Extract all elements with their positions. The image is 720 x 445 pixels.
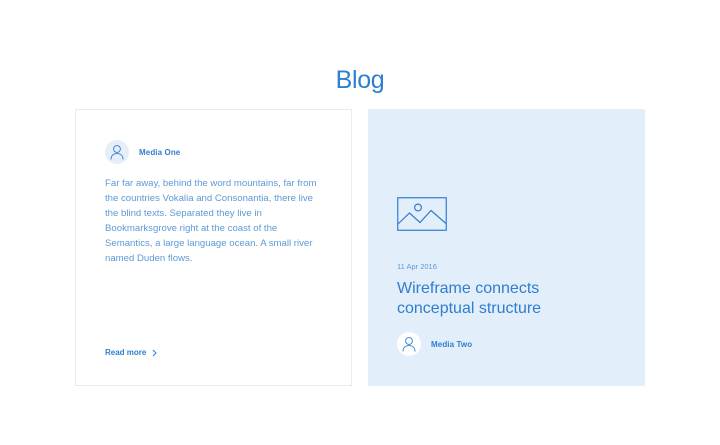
read-more-link[interactable]: Read more: [105, 348, 158, 357]
user-icon: [402, 337, 416, 352]
avatar: [397, 332, 421, 356]
author-name: Media One: [139, 147, 181, 157]
chevron-right-icon: [152, 349, 158, 357]
post-title[interactable]: Wireframe connects conceptual structure: [397, 279, 597, 319]
user-icon: [110, 145, 124, 160]
blog-card-media-one[interactable]: Media One Far far away, behind the word …: [75, 109, 352, 386]
section-title: Blog: [335, 65, 385, 94]
author[interactable]: Media Two: [397, 332, 472, 356]
post-excerpt: Far far away, behind the word mountains,…: [105, 178, 317, 264]
author-name: Media Two: [431, 339, 473, 349]
read-more-label: Read more: [105, 348, 147, 357]
blog-section: Blog Media One Far far away, behind the …: [0, 0, 720, 445]
author[interactable]: Media One: [105, 140, 180, 164]
blog-card-media-two[interactable]: 11 Apr 2016 Wireframe connects conceptua…: [368, 109, 645, 386]
image-placeholder-icon: [397, 197, 447, 231]
post-date: 11 Apr 2016: [397, 262, 437, 271]
avatar: [105, 140, 129, 164]
